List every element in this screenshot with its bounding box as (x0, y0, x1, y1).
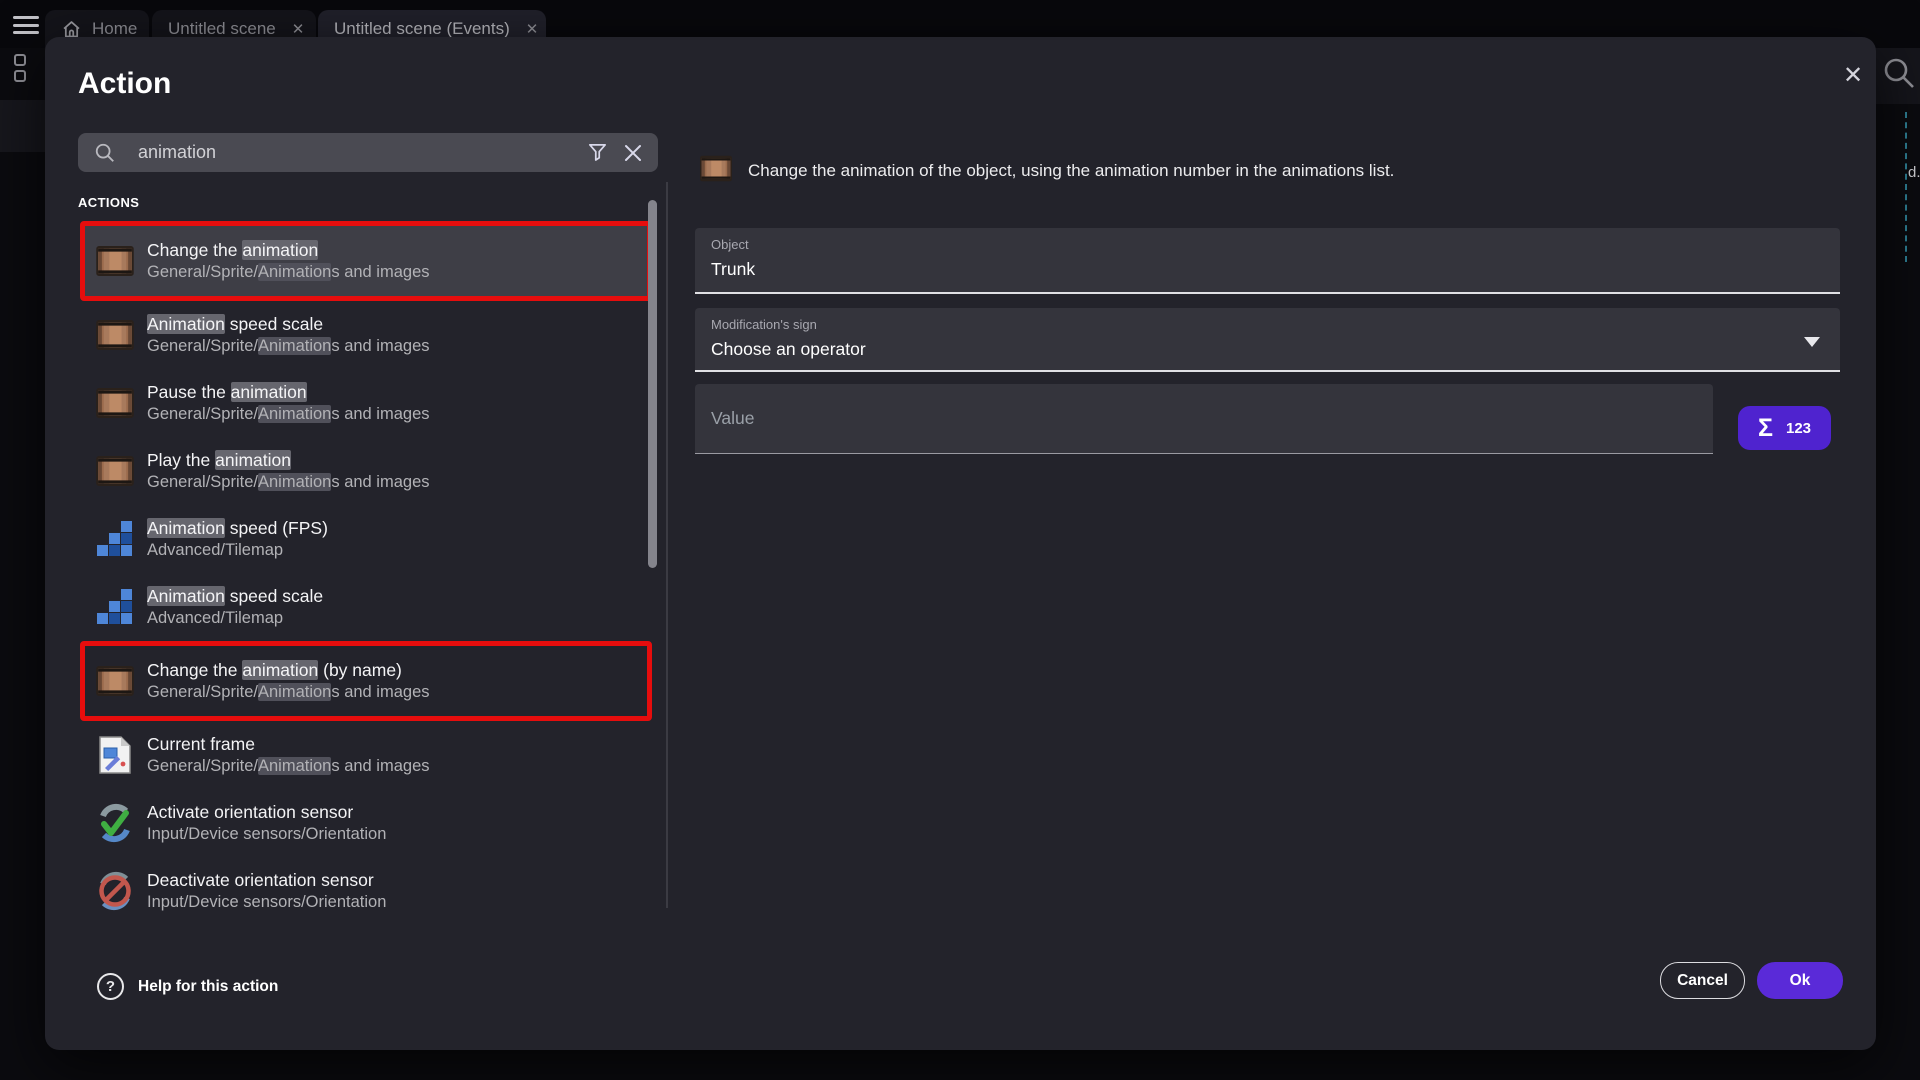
action-dialog: Action ✕ ACTIONS Change the animationGen… (45, 37, 1876, 1050)
orientation-on-icon (94, 802, 136, 844)
expression-editor-button[interactable]: Σ 123 (1738, 406, 1831, 450)
action-item-text: Animation speed scaleAdvanced/Tilemap (147, 585, 323, 629)
action-list-item[interactable]: Animation speed scaleGeneral/Sprite/Anim… (80, 301, 652, 369)
action-item-path: Input/Device sensors/Orientation (147, 892, 386, 913)
tab-label: Untitled scene (Events) (334, 19, 510, 39)
object-field[interactable]: Object Trunk (695, 228, 1840, 294)
operator-select[interactable]: Modification's sign Choose an operator (695, 308, 1840, 372)
operator-select-value: Choose an operator (711, 339, 866, 360)
search-icon (94, 142, 116, 164)
action-item-path: General/Sprite/Animations and images (147, 336, 430, 357)
help-label: Help for this action (138, 978, 278, 996)
action-item-title: Change the animation (by name) (147, 659, 430, 681)
truncated-background-text: d... (1908, 164, 1920, 181)
action-item-text: Change the animationGeneral/Sprite/Anima… (147, 239, 430, 283)
action-item-title: Animation speed scale (147, 313, 430, 335)
tab-close-icon[interactable]: ✕ (526, 20, 539, 38)
magnifier-icon[interactable] (1882, 56, 1916, 97)
value-input[interactable] (711, 384, 1671, 453)
orientation-off-icon (94, 870, 136, 912)
sprite-icon (94, 382, 136, 424)
action-list-item[interactable]: Activate orientation sensorInput/Device … (80, 789, 652, 857)
action-list-item[interactable]: Pause the animationGeneral/Sprite/Animat… (80, 369, 652, 437)
action-item-text: Change the animation (by name)General/Sp… (147, 659, 430, 703)
action-item-path: General/Sprite/Animations and images (147, 472, 430, 493)
sprite-icon (94, 450, 136, 492)
action-item-text: Deactivate orientation sensorInput/Devic… (147, 869, 386, 913)
action-item-path: Input/Device sensors/Orientation (147, 824, 386, 845)
tab-close-icon[interactable]: ✕ (292, 20, 305, 38)
action-list-item[interactable]: Change the animationGeneral/Sprite/Anima… (80, 221, 652, 301)
objects-grid-icon (14, 54, 26, 86)
action-list: Change the animationGeneral/Sprite/Anima… (80, 221, 652, 925)
action-list-item[interactable]: Play the animationGeneral/Sprite/Animati… (80, 437, 652, 505)
action-item-text: Animation speed (FPS)Advanced/Tilemap (147, 517, 328, 561)
action-item-text: Current frameGeneral/Sprite/Animations a… (147, 733, 430, 777)
action-list-item[interactable]: Current frameGeneral/Sprite/Animations a… (80, 721, 652, 789)
sigma-icon: Σ (1758, 416, 1773, 441)
action-item-title: Pause the animation (147, 381, 430, 403)
sprite-icon (94, 240, 136, 282)
action-item-text: Pause the animationGeneral/Sprite/Animat… (147, 381, 430, 425)
canvas-selection-guide (1905, 112, 1907, 262)
sprite-icon (94, 314, 136, 356)
object-field-value: Trunk (711, 259, 755, 280)
action-item-title: Deactivate orientation sensor (147, 869, 386, 891)
action-item-text: Animation speed scaleGeneral/Sprite/Anim… (147, 313, 430, 357)
background-panel-fragment (0, 100, 45, 152)
action-search-box[interactable] (78, 133, 658, 172)
action-list-item[interactable]: Animation speed (FPS)Advanced/Tilemap (80, 505, 652, 573)
value-field[interactable] (695, 384, 1713, 454)
action-item-path: Advanced/Tilemap (147, 608, 323, 629)
help-icon: ? (97, 973, 124, 1000)
tab-label: Untitled scene (168, 19, 276, 39)
action-item-title: Current frame (147, 733, 430, 755)
action-item-text: Activate orientation sensorInput/Device … (147, 801, 386, 845)
tilemap-icon (94, 586, 136, 628)
dialog-title: Action (78, 67, 171, 101)
action-item-title: Play the animation (147, 449, 430, 471)
action-item-path: General/Sprite/Animations and images (147, 682, 430, 703)
chevron-down-icon[interactable] (1804, 337, 1820, 347)
field-label: Modification's sign (711, 317, 817, 332)
action-list-item[interactable]: Animation speed scaleAdvanced/Tilemap (80, 573, 652, 641)
help-link[interactable]: ? Help for this action (97, 973, 278, 1000)
action-description: Change the animation of the object, usin… (748, 161, 1838, 181)
menu-hamburger-icon[interactable] (13, 16, 39, 34)
action-item-title: Change the animation (147, 239, 430, 261)
actions-section-label: ACTIONS (78, 195, 139, 210)
field-label: Object (711, 237, 749, 252)
action-item-path: Advanced/Tilemap (147, 540, 328, 561)
action-item-path: General/Sprite/Animations and images (147, 756, 430, 777)
close-icon[interactable]: ✕ (1835, 57, 1871, 93)
tab-label: Home (92, 19, 137, 39)
app-screen: Home Untitled scene ✕ Untitled scene (Ev… (0, 0, 1920, 1080)
action-item-title: Animation speed (FPS) (147, 517, 328, 539)
tilemap-icon (94, 518, 136, 560)
frame-icon (94, 734, 136, 776)
action-item-title: Activate orientation sensor (147, 801, 386, 823)
action-item-path: General/Sprite/Animations and images (147, 262, 430, 283)
action-list-item[interactable]: Deactivate orientation sensorInput/Devic… (80, 857, 652, 925)
search-input[interactable] (138, 142, 582, 163)
action-item-path: General/Sprite/Animations and images (147, 404, 430, 425)
action-item-text: Play the animationGeneral/Sprite/Animati… (147, 449, 430, 493)
digits-123-label: 123 (1786, 420, 1811, 437)
cancel-button[interactable]: Cancel (1660, 962, 1745, 999)
sprite-animation-icon (700, 155, 732, 187)
panel-divider (666, 182, 668, 908)
clear-search-icon[interactable] (618, 138, 648, 168)
action-item-title: Animation speed scale (147, 585, 323, 607)
filter-icon[interactable] (582, 138, 612, 168)
ok-button[interactable]: Ok (1757, 962, 1843, 999)
action-list-item[interactable]: Change the animation (by name)General/Sp… (80, 641, 652, 721)
scrollbar-thumb[interactable] (648, 200, 657, 568)
sprite-icon (94, 660, 136, 702)
